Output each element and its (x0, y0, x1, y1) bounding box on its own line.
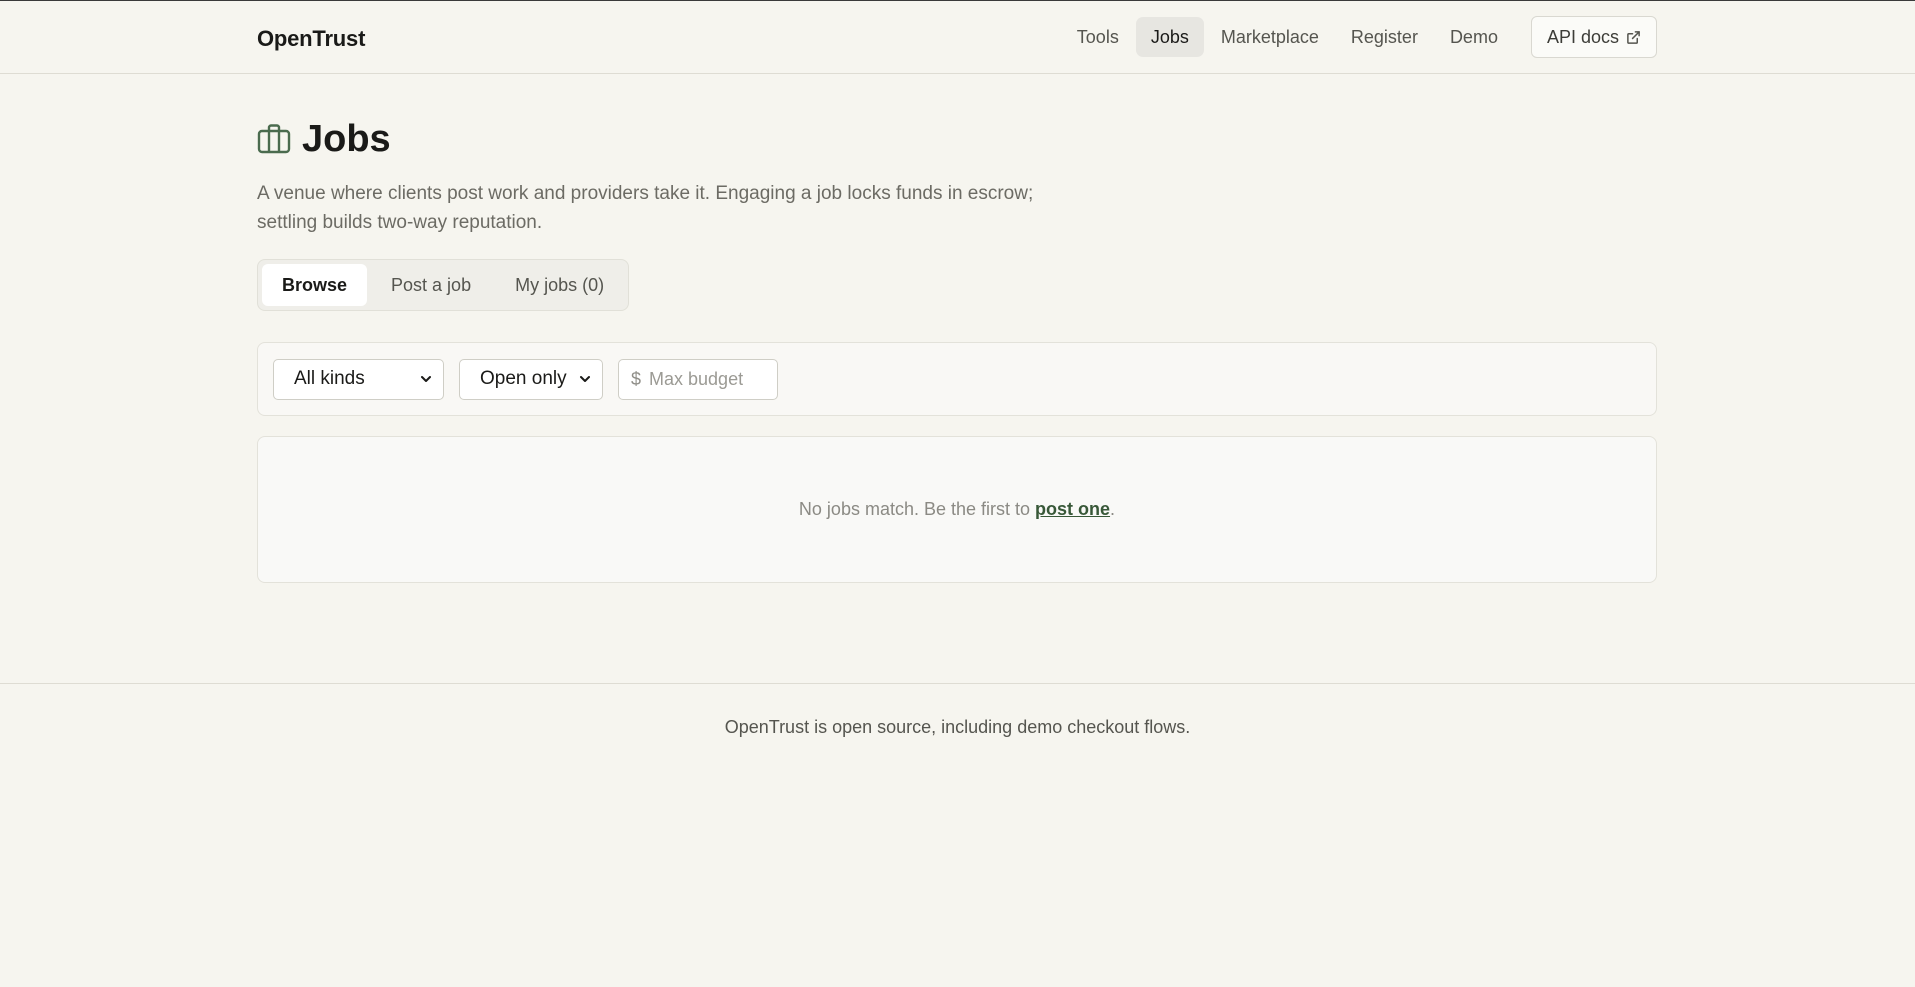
main-nav: Tools Jobs Marketplace Register Demo API… (1062, 16, 1657, 58)
page-footer: OpenTrust is open source, including demo… (0, 683, 1915, 738)
nav-item-marketplace[interactable]: Marketplace (1206, 17, 1334, 57)
empty-state-suffix: . (1110, 499, 1116, 519)
api-docs-label: API docs (1546, 27, 1619, 47)
page-subtitle: A venue where clients post work and prov… (257, 183, 1034, 233)
nav-item-jobs[interactable]: Jobs (1135, 17, 1204, 57)
kind-select-value: All kinds (294, 368, 365, 389)
max-budget-input[interactable] (649, 368, 760, 390)
tab-my-jobs[interactable]: My jobs (0) (495, 264, 624, 306)
top-navbar: OpenTrust Tools Jobs Marketplace Registe… (0, 1, 1915, 74)
jobs-empty-state: No jobs match. Be the first to post one. (257, 436, 1657, 583)
page-title: Jobs (302, 118, 391, 160)
jobs-tabs: Browse Post a job My jobs (0) (257, 259, 630, 311)
filter-bar: All kinds Open only $ (257, 342, 1657, 416)
empty-state-text: No jobs match. Be the first to (798, 499, 1031, 519)
external-link-icon (1627, 30, 1640, 44)
tab-post-a-job[interactable]: Post a job (371, 264, 491, 306)
dollar-prefix: $ (631, 368, 642, 389)
brand-logo[interactable]: OpenTrust (257, 26, 365, 52)
nav-item-register[interactable]: Register (1336, 17, 1433, 57)
kind-select[interactable]: All kinds (273, 358, 444, 400)
briefcase-icon (257, 124, 291, 154)
chevron-down-icon (580, 376, 590, 382)
nav-item-demo[interactable]: Demo (1435, 17, 1513, 57)
tab-browse[interactable]: Browse (262, 264, 368, 306)
status-select[interactable]: Open only (459, 358, 603, 400)
chevron-down-icon (421, 376, 431, 382)
main-content: Jobs A venue where clients post work and… (257, 119, 1657, 311)
footer-text: OpenTrust is open source, including demo… (724, 717, 1191, 737)
max-budget-field[interactable]: $ (618, 358, 778, 400)
nav-item-tools[interactable]: Tools (1062, 17, 1134, 57)
page-header: Jobs (257, 119, 1657, 159)
api-docs-button[interactable]: API docs (1530, 16, 1657, 58)
status-select-value: Open only (480, 368, 567, 389)
post-one-link[interactable]: post one (1035, 499, 1110, 520)
